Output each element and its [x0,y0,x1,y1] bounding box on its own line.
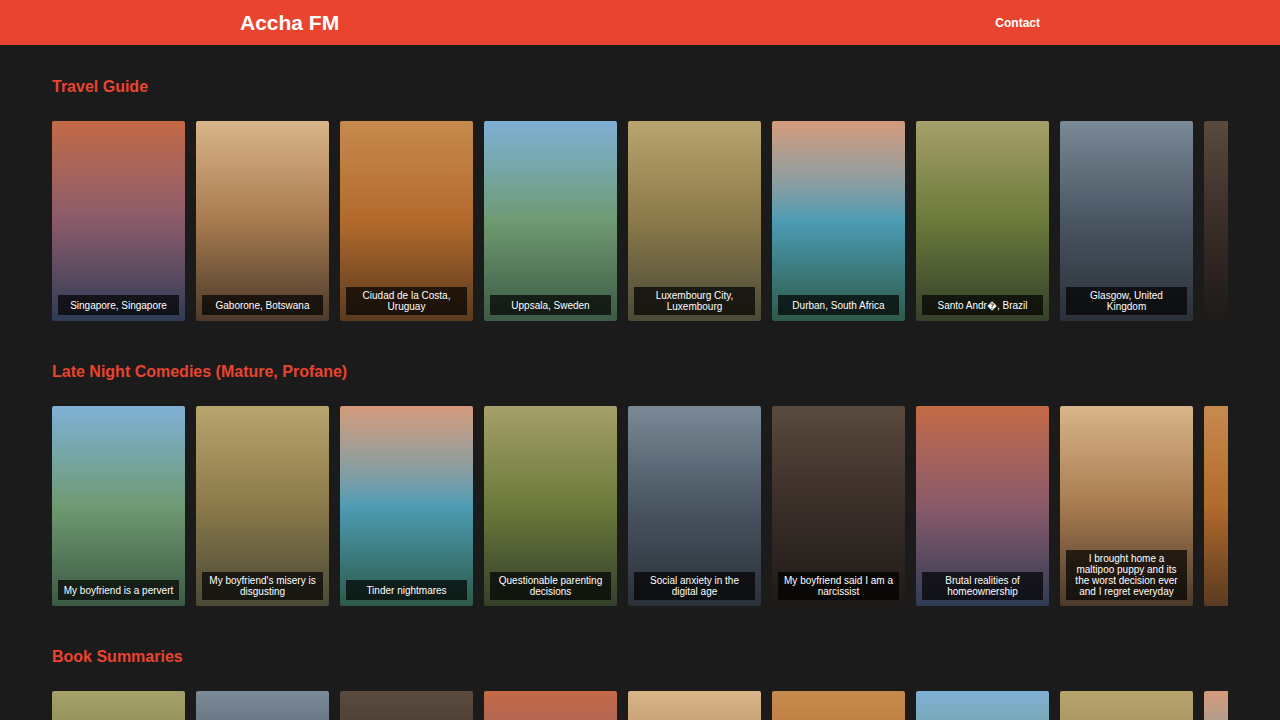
media-card[interactable] [916,691,1049,720]
card-caption: Questionable parenting decisions [490,572,611,600]
media-card[interactable]: Ciudad de la Costa, Uruguay [340,121,473,321]
media-card[interactable] [340,691,473,720]
card-row[interactable]: My boyfriend is a pervert My boyfriend's … [52,406,1228,606]
card-caption: I brought home a maltipoo puppy and its … [1066,550,1187,600]
card-caption: Singapore, Singapore [58,295,179,315]
card-caption: My boyfriend is a pervert [58,580,179,600]
card-caption: Gaborone, Botswana [202,295,323,315]
card-caption: Brutal realities of homeownership [922,572,1043,600]
media-card[interactable]: Luxembourg City, Luxembourg [628,121,761,321]
top-bar: Accha FM Contact [0,0,1280,45]
card-caption: Glasgow, United Kingdom [1066,287,1187,315]
content-section: Book Summaries [52,647,1280,720]
card-caption: My boyfriend's misery is disgusting [202,572,323,600]
card-row[interactable] [52,691,1228,720]
nav-link[interactable]: Contact [995,15,1040,31]
nav: Contact [995,15,1040,31]
card-caption: Luxembourg City, Luxembourg [634,287,755,315]
media-card[interactable]: Brutal realities of homeownership [916,406,1049,606]
media-card[interactable]: Singapore, Singapore [52,121,185,321]
media-card[interactable]: Durban, South Africa [772,121,905,321]
media-card[interactable]: My boyfriend is a pervert [52,406,185,606]
media-card[interactable] [772,691,905,720]
media-card[interactable]: Questionable parenting decisions [484,406,617,606]
media-card[interactable]: My boyfriend's misery is disgusting [196,406,329,606]
content: Travel Guide Singapore, Singapore Gaborone… [0,45,1280,720]
media-card[interactable]: Gaborone, Botswana [196,121,329,321]
media-card[interactable] [1204,121,1228,321]
section-title: Travel Guide [52,77,1280,97]
card-caption: Ciudad de la Costa, Uruguay [346,287,467,315]
media-card[interactable]: Santo Andr�, Brazil [916,121,1049,321]
content-section: Late Night Comedies (Mature, Profane) My … [52,362,1280,606]
card-caption: Uppsala, Sweden [490,295,611,315]
logo[interactable]: Accha FM [240,10,339,36]
media-card[interactable] [484,691,617,720]
media-card[interactable]: I brought home a maltipoo puppy and its … [1060,406,1193,606]
media-card[interactable] [628,691,761,720]
card-caption: My boyfriend said I am a narcissist [778,572,899,600]
media-card[interactable]: Uppsala, Sweden [484,121,617,321]
media-card[interactable] [196,691,329,720]
media-card[interactable]: Tinder nightmares [340,406,473,606]
card-caption: Durban, South Africa [778,295,899,315]
content-section: Travel Guide Singapore, Singapore Gaborone… [52,77,1280,321]
section-title: Late Night Comedies (Mature, Profane) [52,362,1280,382]
media-card[interactable] [52,691,185,720]
card-caption: Santo Andr�, Brazil [922,295,1043,315]
media-card[interactable]: Social anxiety in the digital age [628,406,761,606]
media-card[interactable] [1060,691,1193,720]
media-card[interactable]: My boyfriend said I am a narcissist [772,406,905,606]
media-card[interactable] [1204,691,1228,720]
card-caption: Tinder nightmares [346,580,467,600]
media-card[interactable]: Glasgow, United Kingdom [1060,121,1193,321]
card-caption: Social anxiety in the digital age [634,572,755,600]
media-card[interactable] [1204,406,1228,606]
card-row[interactable]: Singapore, Singapore Gaborone, Botswana Ci… [52,121,1228,321]
section-title: Book Summaries [52,647,1280,667]
